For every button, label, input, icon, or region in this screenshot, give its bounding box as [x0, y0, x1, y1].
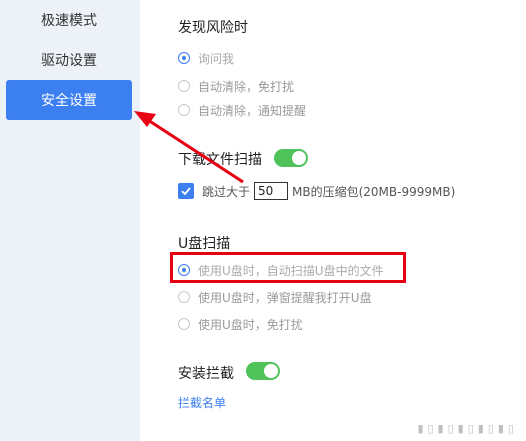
skip-archive-checkbox[interactable] [178, 183, 194, 199]
radio-label: 询问我 [198, 51, 235, 66]
radio-label: 使用U盘时，弹窗提醒我打开U盘 [198, 290, 372, 305]
radio-label: 自动清除，免打扰 [198, 79, 295, 94]
usb-option-popup-remind[interactable]: 使用U盘时，弹窗提醒我打开U盘 [178, 287, 372, 307]
usb-scan-title: U盘扫描 [178, 236, 231, 252]
annotation-highlight-box [170, 252, 406, 283]
skip-prefix-label: 跳过大于 [202, 184, 251, 199]
sidebar: 极速模式 驱动设置 安全设置 [0, 0, 140, 441]
check-icon [181, 187, 191, 196]
sidebar-item-driver-settings[interactable]: 驱动设置 [6, 40, 132, 80]
usb-option-silent[interactable]: 使用U盘时，免打扰 [178, 314, 303, 334]
skip-large-archive-row: 跳过大于 MB的压缩包(20MB-9999MB) [178, 181, 455, 201]
risk-option-auto-clear-silent[interactable]: 自动清除，免打扰 [178, 76, 294, 96]
risk-option-auto-clear-notify[interactable]: 自动清除，通知提醒 [178, 100, 306, 120]
radio-unselected-icon [178, 104, 190, 116]
skip-suffix-label: MB的压缩包(20MB-9999MB) [292, 184, 456, 199]
radio-unselected-icon [178, 291, 190, 303]
risk-option-ask[interactable]: 询问我 [178, 48, 234, 68]
install-block-title: 安装拦截 [178, 366, 234, 382]
watermark-icon: ▮▯▮▯▮▯▮▯▮▯ [417, 422, 518, 435]
skip-size-input[interactable] [254, 182, 289, 200]
radio-unselected-icon [178, 318, 190, 330]
radio-selected-icon [178, 52, 190, 64]
toggle-knob [292, 151, 306, 165]
radio-label: 自动清除，通知提醒 [198, 103, 307, 118]
settings-panel: 发现风险时 询问我 自动清除，免打扰 自动清除，通知提醒 下载文件扫描 跳过大于… [140, 0, 526, 441]
download-scan-title: 下载文件扫描 [178, 152, 262, 168]
download-scan-toggle[interactable] [274, 149, 308, 167]
toggle-knob [264, 364, 278, 378]
block-list-link[interactable]: 拦截名单 [178, 394, 226, 411]
sidebar-item-speed-mode[interactable]: 极速模式 [6, 0, 132, 40]
radio-unselected-icon [178, 80, 190, 92]
install-block-toggle[interactable] [246, 362, 280, 380]
sidebar-item-security-settings[interactable]: 安全设置 [6, 80, 132, 120]
radio-label: 使用U盘时，免打扰 [198, 317, 303, 332]
risk-section-title: 发现风险时 [178, 20, 248, 36]
